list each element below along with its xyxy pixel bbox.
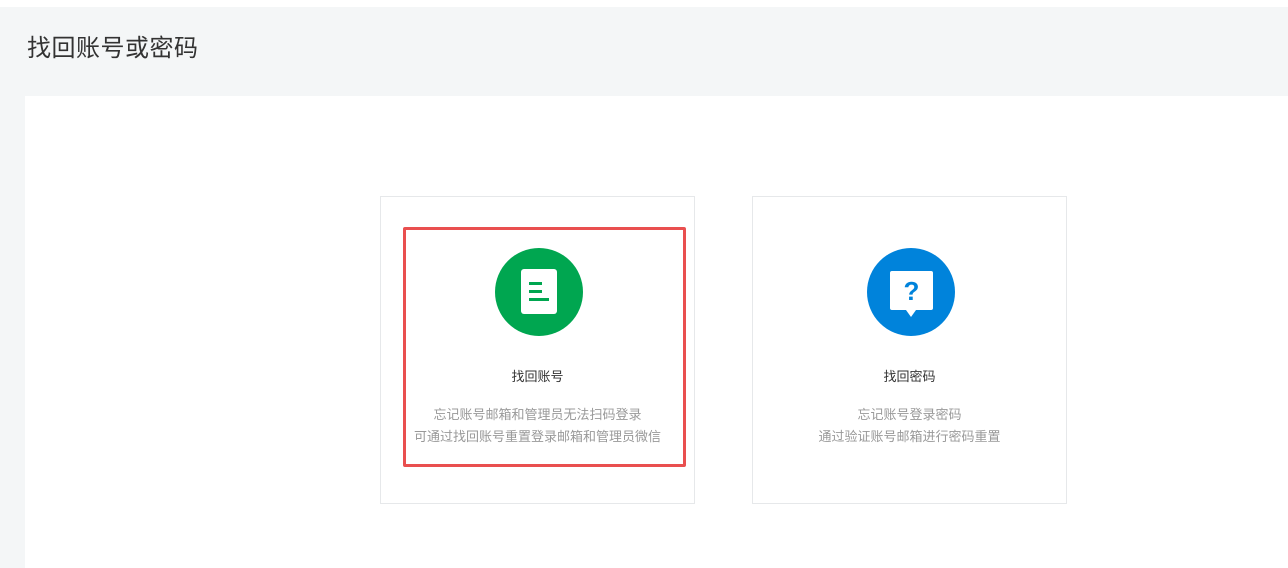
page-title: 找回账号或密码 xyxy=(27,34,199,62)
card-description-line1: 忘记账号登录密码 xyxy=(857,408,962,423)
svg-text:?: ? xyxy=(904,276,920,306)
card-title: 找回密码 xyxy=(883,370,936,385)
card-description-line1: 忘记账号邮箱和管理员无法扫码登录 xyxy=(433,408,642,423)
recover-account-card[interactable]: 找回账号 忘记账号邮箱和管理员无法扫码登录 可通过找回账号重置登录邮箱和管理员微… xyxy=(380,196,695,504)
content-panel: 找回账号 忘记账号邮箱和管理员无法扫码登录 可通过找回账号重置登录邮箱和管理员微… xyxy=(25,96,1288,568)
recover-password-card[interactable]: ? 找回密码 忘记账号登录密码 通过验证账号邮箱进行密码重置 xyxy=(752,196,1067,504)
question-bubble-icon: ? xyxy=(867,248,955,336)
page: 找回账号或密码 找回账号 忘记账号邮箱和管理员无法扫码登录 可通过找回账号重置登… xyxy=(0,7,1288,568)
card-description-line2: 可通过找回账号重置登录邮箱和管理员微信 xyxy=(413,430,661,445)
card-description-line2: 通过验证账号邮箱进行密码重置 xyxy=(818,430,1001,445)
document-icon xyxy=(495,248,583,336)
card-title: 找回账号 xyxy=(511,370,564,385)
